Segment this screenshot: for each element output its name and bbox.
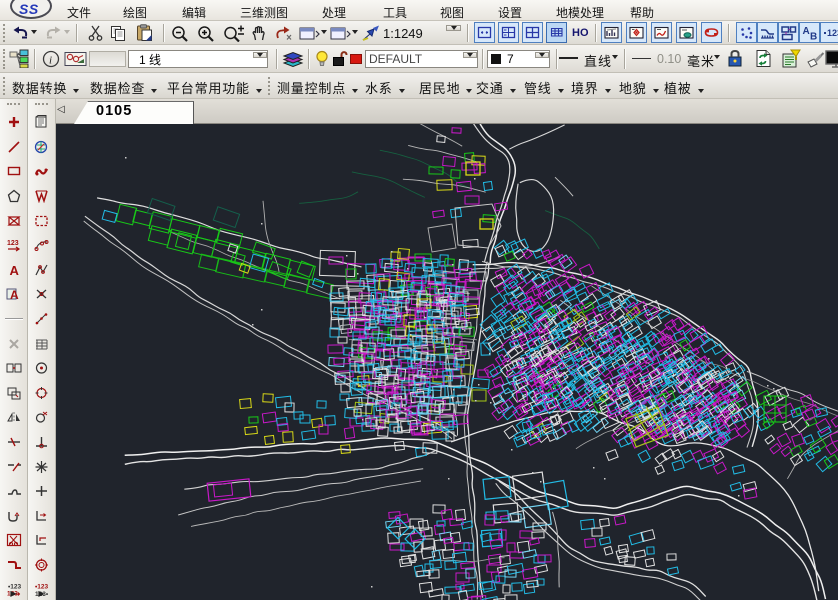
svg-text:123: 123 [827,28,838,38]
svg-text:123: 123 [7,240,19,247]
svg-text:A: A [803,26,810,37]
svg-text:A: A [9,263,19,277]
svg-text:i: i [49,55,52,67]
svg-text:B: B [810,31,817,41]
svg-text:A: A [10,288,19,301]
